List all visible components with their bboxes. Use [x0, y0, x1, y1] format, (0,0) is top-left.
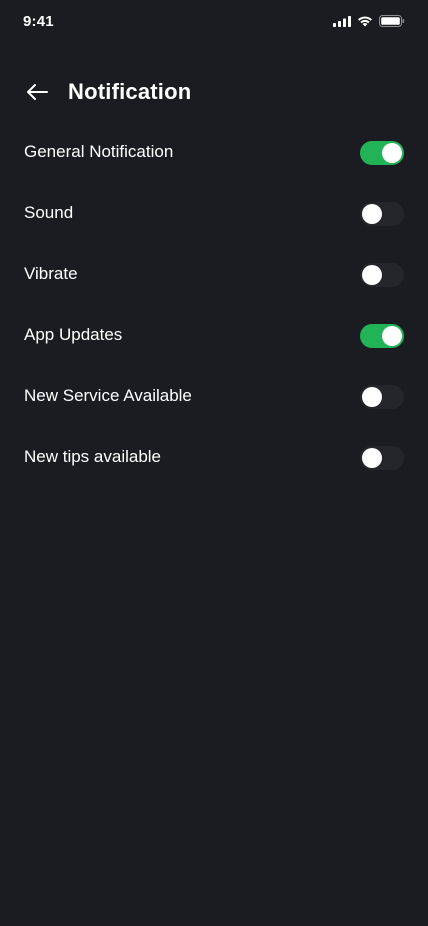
general-notification-toggle[interactable]	[360, 141, 404, 165]
cellular-signal-icon	[333, 15, 351, 27]
setting-row-new-tips-available: New tips available	[0, 427, 428, 488]
wifi-icon	[358, 16, 372, 27]
setting-label: Sound	[24, 203, 74, 222]
setting-label: General Notification	[24, 142, 174, 161]
setting-label: New tips available	[24, 447, 162, 466]
app-updates-toggle[interactable]	[360, 324, 404, 348]
setting-row-general-notification: General Notification	[0, 122, 428, 183]
setting-label: New Service Available	[24, 386, 192, 405]
setting-row-vibrate: Vibrate	[0, 244, 428, 305]
new-service-available-toggle[interactable]	[360, 385, 404, 409]
vibrate-toggle[interactable]	[360, 263, 404, 287]
toggle-knob	[382, 143, 402, 163]
setting-label: Vibrate	[24, 264, 78, 283]
page-title: Notification	[68, 79, 192, 104]
toggle-knob	[362, 387, 382, 407]
toggle-knob	[362, 204, 382, 224]
battery-icon	[379, 15, 405, 27]
toggle-knob	[362, 265, 382, 285]
notification-settings-list: General Notification Sound Vibrate App U…	[0, 122, 428, 488]
status-bar: 9:41	[0, 0, 428, 44]
sound-toggle[interactable]	[360, 202, 404, 226]
setting-row-sound: Sound	[0, 183, 428, 244]
setting-row-new-service-available: New Service Available	[0, 366, 428, 427]
toggle-knob	[362, 448, 382, 468]
setting-label: App Updates	[24, 325, 123, 344]
setting-row-app-updates: App Updates	[0, 305, 428, 366]
status-icons	[333, 15, 405, 27]
header: Notification	[0, 70, 428, 114]
new-tips-available-toggle[interactable]	[360, 446, 404, 470]
back-button[interactable]	[22, 78, 52, 106]
arrow-left-icon	[27, 84, 48, 100]
toggle-knob	[382, 326, 402, 346]
status-time: 9:41	[23, 13, 54, 30]
